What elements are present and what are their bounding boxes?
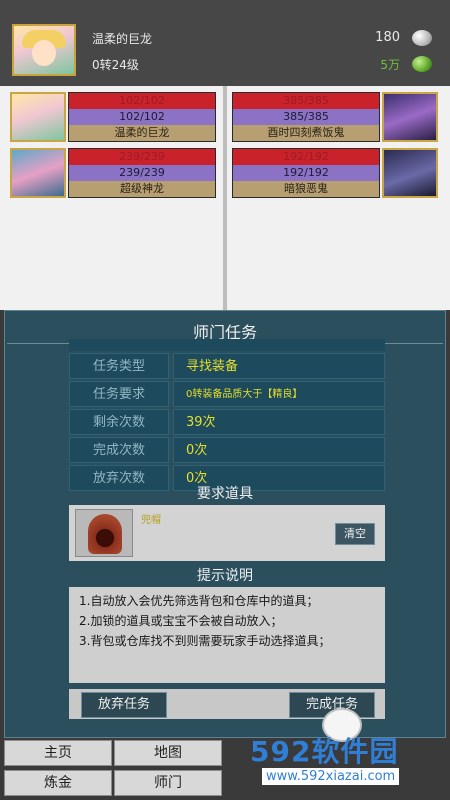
mp-bar: 192/192 (233, 165, 379, 181)
ally-unit[interactable]: 102/102 102/102 温柔的巨龙 (10, 92, 220, 142)
hint-title: 提示说明 (197, 568, 253, 584)
player-header: 温柔的巨龙 0转24级 180 5万 (0, 0, 450, 86)
hint-line: 3.背包或仓库找不到则需要玩家手动选择道具； (79, 634, 331, 648)
unit-name: 暗狼恶鬼 (233, 181, 379, 197)
enemy-unit[interactable]: 385/385 385/385 酉时四刻煮饭鬼 (232, 92, 442, 142)
unit-bars: 102/102 102/102 温柔的巨龙 (68, 92, 216, 142)
item-name: 兜帽 (141, 515, 161, 526)
unit-bars: 192/192 192/192 暗狼恶鬼 (232, 148, 380, 198)
row-label: 剩余次数 (69, 409, 169, 435)
hint-box: 1.自动放入会优先筛选背包和仓库中的道具； 2.加锁的道具或宝宝不会被自动放入；… (69, 587, 385, 683)
mp-bar: 102/102 (69, 109, 215, 125)
required-item-slot: 兜帽 清空 (69, 505, 385, 561)
watermark-brand: 592软件园 (250, 735, 399, 768)
row-value: 寻找装备 (173, 353, 385, 379)
abandon-quest-button[interactable]: 放弃任务 (81, 692, 167, 718)
nav-home[interactable]: 主页 (4, 740, 112, 766)
hood-icon (88, 514, 122, 554)
row-label: 任务要求 (69, 381, 169, 407)
hint-line: 1.自动放入会优先筛选背包和仓库中的道具； (79, 594, 319, 608)
silver-amount: 180 (375, 30, 400, 45)
item-thumbnail[interactable] (75, 509, 133, 557)
purple-ghost-portrait (382, 92, 438, 142)
unit-bars: 385/385 385/385 酉时四刻煮饭鬼 (232, 92, 380, 142)
jade-amount: 5万 (380, 58, 400, 72)
row-label: 完成次数 (69, 437, 169, 463)
battle-area: 102/102 102/102 温柔的巨龙 239/239 239/239 超级… (0, 86, 450, 310)
avatar-face (32, 40, 56, 66)
player-avatar[interactable] (12, 24, 76, 76)
required-items-title: 要求道具 (197, 486, 253, 502)
unit-bars: 239/239 239/239 超级神龙 (68, 148, 216, 198)
unit-name: 酉时四刻煮饭鬼 (233, 125, 379, 141)
clear-button[interactable]: 清空 (335, 523, 375, 545)
unit-name: 超级神龙 (69, 181, 215, 197)
enemy-unit[interactable]: 192/192 192/192 暗狼恶鬼 (232, 148, 442, 198)
player-level: 0转24级 (92, 58, 139, 72)
ally-unit[interactable]: 239/239 239/239 超级神龙 (10, 148, 220, 198)
battle-divider (223, 86, 227, 310)
nav-sect[interactable]: 师门 (114, 770, 222, 796)
mp-bar: 239/239 (69, 165, 215, 181)
jade-coin-icon (412, 56, 432, 72)
quest-requirement-row: 任务要求 0转装备品质大于【精良】 (69, 381, 385, 407)
hp-bar: 385/385 (233, 93, 379, 109)
dark-wolf-portrait (382, 148, 438, 198)
watermark-url: www.592xiazai.com (262, 768, 400, 785)
watermark: 592软件园 www.592xiazai.com (228, 722, 450, 800)
dragon-portrait (10, 148, 66, 198)
table-header (69, 339, 385, 351)
nav-map[interactable]: 地图 (114, 740, 222, 766)
remaining-count-row: 剩余次数 39次 (69, 409, 385, 435)
nav-alchemy[interactable]: 炼金 (4, 770, 112, 796)
row-value: 39次 (173, 409, 385, 435)
sect-quest-dialog: 师门任务 任务类型 寻找装备 任务要求 0转装备品质大于【精良】 剩余次数 39… (4, 310, 446, 738)
mp-bar: 385/385 (233, 109, 379, 125)
player-name: 温柔的巨龙 (92, 32, 153, 46)
hint-line: 2.加锁的道具或宝宝不会被自动放入； (79, 614, 283, 628)
completed-count-row: 完成次数 0次 (69, 437, 385, 463)
quest-type-row: 任务类型 寻找装备 (69, 353, 385, 379)
silver-coin-icon (412, 30, 432, 46)
row-value: 0转装备品质大于【精良】 (173, 381, 385, 407)
hp-bar: 239/239 (69, 149, 215, 165)
row-value: 0次 (173, 437, 385, 463)
elf-girl-portrait (10, 92, 66, 142)
row-label: 任务类型 (69, 353, 169, 379)
hp-bar: 102/102 (69, 93, 215, 109)
unit-name: 温柔的巨龙 (69, 125, 215, 141)
hp-bar: 192/192 (233, 149, 379, 165)
